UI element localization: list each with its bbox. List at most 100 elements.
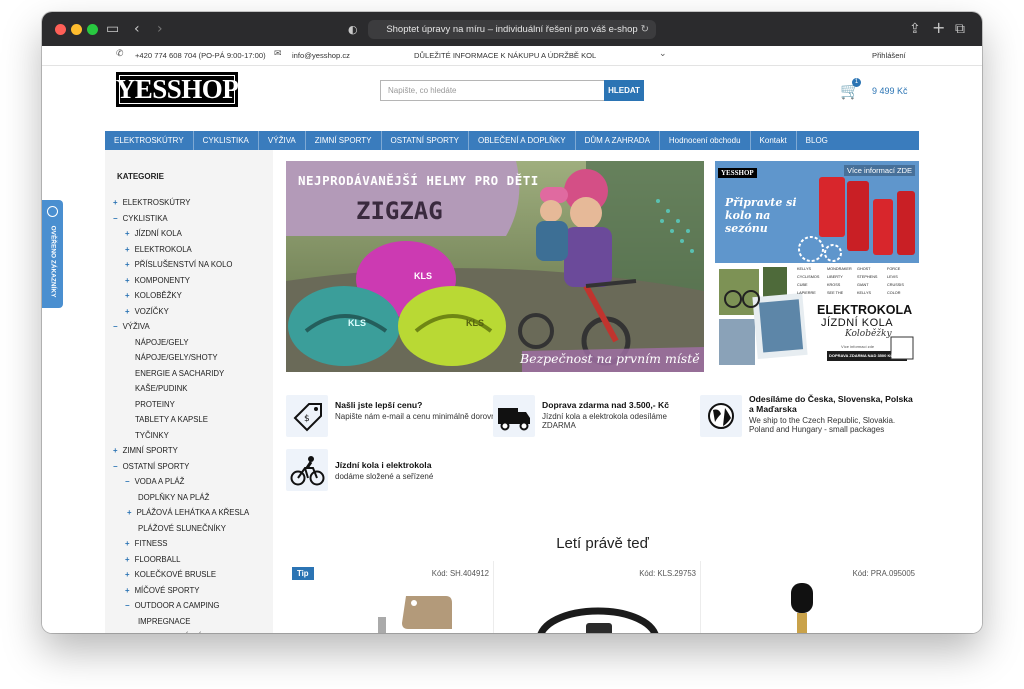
nav-item[interactable]: OSTATNÍ SPORTY [382, 131, 469, 150]
sidebar-category-label: VOZÍČKY [134, 306, 169, 316]
expand-icon[interactable]: + [125, 570, 130, 579]
expand-icon[interactable]: + [125, 245, 130, 254]
sidebar-category-item[interactable]: TYČINKY [135, 431, 169, 440]
reload-icon[interactable]: ↻ [641, 24, 649, 35]
nav-item[interactable]: Hodnocení obchodu [660, 131, 751, 150]
tabs-overview-icon[interactable]: ⧉ [955, 21, 965, 37]
verified-reviews-tab[interactable]: OVĚŘENO ZÁKAZNÍKY [42, 200, 63, 308]
price-tag-icon: $ [293, 403, 322, 432]
expand-icon[interactable]: + [125, 229, 130, 238]
shield-icon[interactable]: ◐ [348, 23, 358, 36]
close-window-button[interactable] [55, 24, 66, 35]
sidebar-category-item[interactable]: − OSTATNÍ SPORTY [113, 462, 189, 471]
sidebar-category-item[interactable]: + PLÁŽOVÁ LEHÁTKA A KŘESLA [127, 508, 249, 517]
sidebar-category-item[interactable]: + KOLOBĚŽKY [125, 291, 182, 300]
back-icon[interactable]: ‹ [134, 21, 140, 37]
sidebar-category-item[interactable]: DOPLŇKY NA PLÁŽ [138, 493, 209, 502]
sidebar-category-item[interactable]: + ZIMNÍ SPORTY [113, 446, 178, 455]
nav-item[interactable]: ELEKTROSKÚTRY [105, 131, 194, 150]
expand-icon[interactable]: + [125, 291, 130, 300]
sidebar-toggle-icon[interactable]: ▭ [106, 21, 119, 37]
usp-assembled-bikes: Jízdní kola i elektrokola dodáme složené… [335, 460, 525, 481]
expand-icon[interactable]: + [125, 555, 130, 564]
sidebar-category-item[interactable]: ENERGIE A SACHARIDY [135, 369, 224, 378]
sidebar-category-item[interactable]: NÁPOJE/GELY/SHOTY [135, 353, 218, 362]
expand-icon[interactable]: + [125, 586, 130, 595]
sidebar-category-item[interactable]: + ELEKTROSKÚTRY [113, 198, 190, 207]
collapse-icon[interactable]: − [125, 477, 130, 486]
nav-item[interactable]: DŮM A ZAHRADA [576, 131, 660, 150]
ebike-cta[interactable]: DOPRAVA ZDARMA NAD 3500 KČ [829, 353, 893, 358]
info-dropdown[interactable]: DŮLEŽITÉ INFORMACE K NÁKUPU A ÚDRŽBĚ KOL [414, 51, 596, 60]
sidebar-category-item[interactable]: KAŠE/PUDINK [135, 384, 187, 393]
sidebar-category-item[interactable]: + JÍZDNÍ KOLA [125, 229, 182, 238]
product-card[interactable]: Kód: KLS.29753 [493, 561, 700, 633]
email-link[interactable]: info@yesshop.cz [292, 51, 350, 60]
sidebar-category-label: ENERGIE A SACHARIDY [135, 368, 225, 378]
sidebar-category-label: PLÁŽOVÉ SLUNEČNÍKY [138, 523, 226, 533]
nav-item[interactable]: OBLEČENÍ A DOPLŇKY [469, 131, 576, 150]
phone-number[interactable]: +420 774 608 704 (PO-PÁ 9:00-17:00) [135, 51, 266, 60]
ebike-title: ELEKTROKOLA [817, 303, 913, 317]
share-icon[interactable]: ⇪ [909, 21, 921, 37]
hero-banner[interactable]: NEJPRODÁVANĚJŠÍ HELMY PRO DĚTI ZIGZAG KL… [286, 161, 704, 372]
expand-icon[interactable]: + [113, 446, 118, 455]
sidebar-category-label: NÁPOJE/GELY [135, 337, 189, 347]
ebike-promo[interactable]: ELEKTROKOLA JÍZDNÍ KOLA Koloběžky Více i… [715, 265, 919, 372]
brand-name: LEVIS [887, 275, 898, 279]
brake-pads-image [378, 596, 452, 633]
site-logo[interactable]: YESSHOP [116, 72, 239, 107]
sidebar-category-item[interactable]: TABLETY A KAPSLE [135, 415, 208, 424]
sidebar-category-item[interactable]: + ELEKTROKOLA [125, 245, 192, 254]
sidebar-category-item[interactable]: + VOZÍČKY [125, 307, 169, 316]
search-input[interactable]: Napište, co hledáte [380, 80, 606, 101]
collapse-icon[interactable]: − [125, 601, 130, 610]
nav-item[interactable]: VÝŽIVA [259, 131, 306, 150]
login-link[interactable]: Přihlášení [872, 51, 906, 60]
sidebar-category-item[interactable]: + MÍČOVÉ SPORTY [125, 586, 199, 595]
expand-icon[interactable]: + [113, 198, 118, 207]
sidebar-category-item[interactable]: + FITNESS [125, 539, 168, 548]
sidebar-category-item[interactable]: + PŘÍSLUŠENSTVÍ NA KOLO [125, 260, 233, 269]
sidebar-category-item[interactable]: + KOMPONENTY [125, 276, 190, 285]
sidebar-category-item[interactable]: + FLOORBALL [125, 555, 181, 564]
sidebar-category-item[interactable]: NÁPOJE/GELY [135, 338, 189, 347]
sidebar-category-item[interactable]: − VODA A PLÁŽ [125, 477, 184, 486]
nav-item[interactable]: ZIMNÍ SPORTY [306, 131, 382, 150]
collapse-icon[interactable]: − [113, 462, 118, 471]
collapse-icon[interactable]: − [113, 322, 118, 331]
chevron-down-icon[interactable]: ⌄ [659, 49, 667, 59]
cart-total[interactable]: 9 499 Kč [872, 86, 908, 96]
minimize-window-button[interactable] [71, 24, 82, 35]
expand-icon[interactable]: + [125, 307, 130, 316]
nav-item[interactable]: Kontakt [751, 131, 797, 150]
sidebar-category-item[interactable]: − OUTDOOR A CAMPING [125, 601, 219, 610]
side-promo-banner[interactable]: YESSHOP Více informací ZDE Připravte si … [715, 161, 919, 372]
search-button[interactable]: HLEDAT [604, 80, 644, 101]
usp-bike-icon-box [286, 449, 328, 491]
nav-item[interactable]: CYKLISTIKA [194, 131, 259, 150]
sidebar-category-item[interactable]: + CAMPINGOVÝ NÁBYTEK [127, 632, 228, 633]
expand-icon[interactable]: + [125, 276, 130, 285]
address-bar[interactable]: Shoptet úpravy na míru – individuální ře… [368, 20, 656, 39]
spring-promo[interactable]: YESSHOP Více informací ZDE Připravte si … [715, 161, 919, 263]
sidebar-category-item[interactable]: IMPREGNACE [138, 617, 190, 626]
forward-icon[interactable]: › [157, 21, 163, 37]
expand-icon[interactable]: + [125, 539, 130, 548]
sidebar-category-item[interactable]: PLÁŽOVÉ SLUNEČNÍKY [138, 524, 226, 533]
sidebar-category-item[interactable]: − CYKLISTIKA [113, 214, 168, 223]
product-card[interactable]: Kód: PRA.095005 [700, 561, 919, 633]
sidebar-category-item[interactable]: + KOLEČKOVÉ BRUSLE [125, 570, 216, 579]
expand-icon[interactable]: + [127, 632, 132, 633]
brand-name: MONDRAKER [827, 267, 852, 271]
nav-item[interactable]: BLOG [797, 131, 837, 150]
collapse-icon[interactable]: − [113, 214, 118, 223]
sidebar-category-item[interactable]: PROTEINY [135, 400, 175, 409]
sidebar-category-label: ELEKTROSKÚTRY [122, 198, 191, 207]
sidebar-category-item[interactable]: − VÝŽIVA [113, 322, 150, 331]
new-tab-icon[interactable]: + [932, 18, 945, 37]
expand-icon[interactable]: + [127, 508, 132, 517]
product-card[interactable]: Kód: SH.404912 [286, 561, 493, 633]
expand-icon[interactable]: + [125, 260, 130, 269]
zoom-window-button[interactable] [87, 24, 98, 35]
